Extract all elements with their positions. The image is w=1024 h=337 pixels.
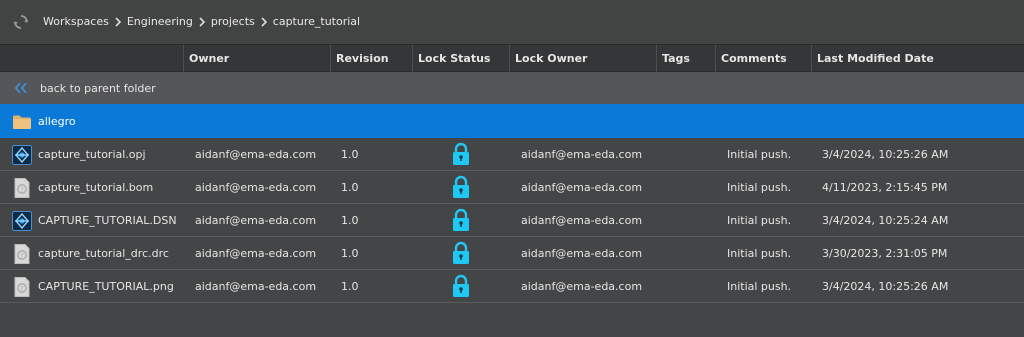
file-modified: 3/4/2024, 10:25:24 AM (822, 214, 949, 227)
breadcrumb-projects[interactable]: projects (211, 15, 255, 28)
file-name: capture_tutorial.opj (38, 148, 146, 161)
folder-row-selected[interactable]: allegro (0, 104, 1024, 138)
file-revision: 1.0 (341, 280, 359, 293)
file-name: CAPTURE_TUTORIAL.DSN (38, 214, 177, 227)
file-comments: Initial push. (727, 214, 792, 227)
file-modified: 3/4/2024, 10:25:26 AM (822, 148, 949, 161)
file-revision: 1.0 (341, 148, 359, 161)
back-to-parent-label: back to parent folder (40, 82, 156, 95)
file-row[interactable]: ? capture_tutorial_drc.drc aidanf@ema-ed… (0, 237, 1024, 270)
back-to-parent-row[interactable]: back to parent folder (0, 72, 1024, 104)
file-row[interactable]: ? CAPTURE_TUTORIAL.png aidanf@ema-eda.co… (0, 270, 1024, 303)
lock-icon (451, 142, 471, 166)
folder-icon (12, 114, 32, 130)
chevron-right-icon (111, 16, 125, 28)
generic-file-icon: ? (12, 243, 32, 265)
file-row[interactable]: ? capture_tutorial.bom aidanf@ema-eda.co… (0, 171, 1024, 204)
generic-file-icon: ? (12, 276, 32, 298)
breadcrumb-bar: Workspaces Engineering projects capture_… (0, 0, 1024, 44)
svg-text:?: ? (20, 186, 23, 193)
table-header: Owner Revision Lock Status Lock Owner Ta… (0, 44, 1024, 72)
file-name: capture_tutorial.bom (38, 181, 154, 194)
capture-project-icon (12, 144, 32, 166)
lock-icon (451, 274, 471, 298)
file-modified: 3/4/2024, 10:25:26 AM (822, 280, 949, 293)
column-header-lock-owner[interactable]: Lock Owner (509, 45, 656, 72)
file-owner: aidanf@ema-eda.com (195, 280, 317, 293)
file-row[interactable]: capture_tutorial.opj aidanf@ema-eda.com … (0, 138, 1024, 171)
file-comments: Initial push. (727, 247, 792, 260)
file-comments: Initial push. (727, 181, 792, 194)
file-lock-owner: aidanf@ema-eda.com (521, 280, 643, 293)
breadcrumb: Workspaces Engineering projects capture_… (43, 15, 360, 28)
lock-icon (451, 241, 471, 265)
svg-text:?: ? (20, 252, 23, 259)
file-owner: aidanf@ema-eda.com (195, 247, 317, 260)
generic-file-icon: ? (12, 177, 32, 199)
breadcrumb-engineering[interactable]: Engineering (127, 15, 193, 28)
column-header-comments[interactable]: Comments (715, 45, 811, 72)
chevron-right-icon (257, 16, 271, 28)
file-revision: 1.0 (341, 214, 359, 227)
chevron-right-icon (195, 16, 209, 28)
lock-icon (451, 208, 471, 232)
file-lock-owner: aidanf@ema-eda.com (521, 148, 643, 161)
refresh-icon[interactable] (12, 13, 30, 31)
folder-name: allegro (38, 115, 76, 128)
file-name: capture_tutorial_drc.drc (38, 247, 169, 260)
capture-project-icon (12, 210, 32, 232)
svg-text:?: ? (20, 285, 23, 292)
lock-icon (451, 175, 471, 199)
double-chevron-left-icon (14, 82, 28, 94)
file-comments: Initial push. (727, 148, 792, 161)
breadcrumb-workspaces[interactable]: Workspaces (43, 15, 109, 28)
file-list: capture_tutorial.opj aidanf@ema-eda.com … (0, 138, 1024, 303)
file-lock-owner: aidanf@ema-eda.com (521, 214, 643, 227)
file-lock-owner: aidanf@ema-eda.com (521, 247, 643, 260)
file-owner: aidanf@ema-eda.com (195, 181, 317, 194)
breadcrumb-capture-tutorial[interactable]: capture_tutorial (273, 15, 360, 28)
file-name: CAPTURE_TUTORIAL.png (38, 280, 174, 293)
column-header-tags[interactable]: Tags (656, 45, 715, 72)
file-revision: 1.0 (341, 181, 359, 194)
column-header-lock-status[interactable]: Lock Status (412, 45, 509, 72)
file-lock-owner: aidanf@ema-eda.com (521, 181, 643, 194)
file-revision: 1.0 (341, 247, 359, 260)
file-comments: Initial push. (727, 280, 792, 293)
column-header-owner[interactable]: Owner (183, 45, 332, 72)
file-browser: Workspaces Engineering projects capture_… (0, 0, 1024, 337)
file-modified: 4/11/2023, 2:15:45 PM (822, 181, 948, 194)
file-owner: aidanf@ema-eda.com (195, 148, 317, 161)
file-modified: 3/30/2023, 2:31:05 PM (822, 247, 948, 260)
column-header-last-modified[interactable]: Last Modified Date (811, 45, 1024, 72)
column-header-revision[interactable]: Revision (330, 45, 413, 72)
file-owner: aidanf@ema-eda.com (195, 214, 317, 227)
file-row[interactable]: CAPTURE_TUTORIAL.DSN aidanf@ema-eda.com … (0, 204, 1024, 237)
